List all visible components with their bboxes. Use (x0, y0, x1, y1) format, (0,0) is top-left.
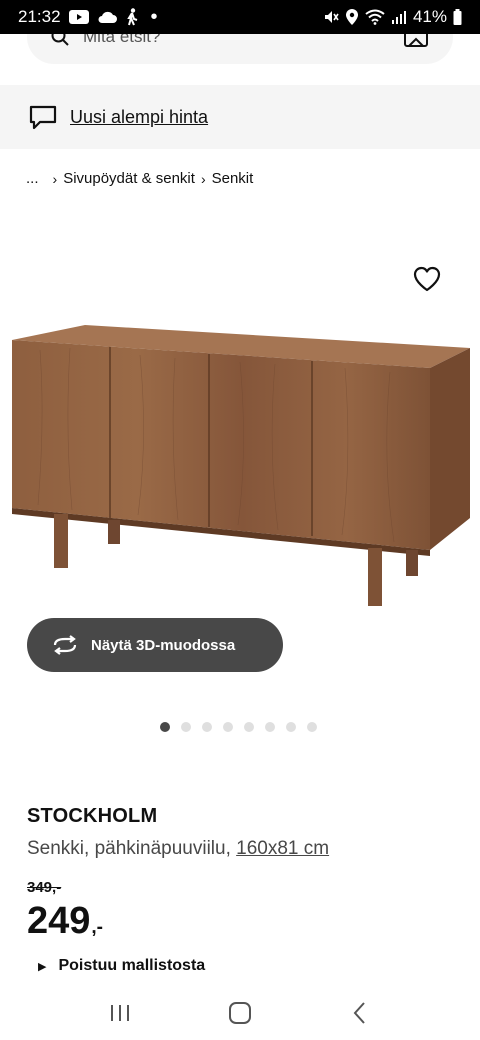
camera-search-icon[interactable] (403, 34, 429, 48)
discontinued-label: Poistuu mallistosta (58, 957, 206, 974)
mute-icon (324, 11, 339, 23)
carousel-dot[interactable] (181, 722, 191, 732)
home-icon (229, 1001, 251, 1024)
caret-right-icon: ▶ (38, 960, 47, 973)
product-name: STOCKHOLM (27, 805, 158, 827)
chevron-right-icon: › (52, 170, 58, 187)
wifi-icon (365, 9, 385, 25)
current-price: 249 ,- (27, 900, 103, 943)
product-size-link[interactable]: 160x81 cm (236, 838, 329, 859)
price-integer: 249 (27, 900, 91, 942)
status-time: 21:32 (18, 7, 61, 26)
home-button[interactable] (220, 993, 260, 1033)
carousel-dot[interactable] (244, 722, 254, 732)
back-icon (353, 1001, 365, 1024)
breadcrumb-item-more[interactable]: ... (26, 170, 39, 187)
back-button[interactable] (340, 993, 380, 1033)
signal-icon (391, 11, 406, 24)
breadcrumb-item-current[interactable]: Senkit (212, 170, 254, 187)
carousel-dot[interactable] (202, 722, 212, 732)
recent-apps-button[interactable] (100, 993, 140, 1033)
chat-bubble-icon (29, 105, 57, 130)
carousel-dots (160, 722, 317, 732)
carousel-dot[interactable] (286, 722, 296, 732)
old-price: 349,- (27, 879, 62, 896)
breadcrumb: ... › Sivupöydät & senkit › Senkit (26, 170, 253, 187)
carousel-dot[interactable] (265, 722, 275, 732)
product-description: Senkki, pähkinäpuuviilu, 160x81 cm (27, 838, 329, 860)
carousel-dot[interactable] (223, 722, 233, 732)
view-3d-button[interactable]: Näytä 3D-muodossa (27, 618, 283, 672)
rotate-3d-icon (53, 635, 77, 655)
carousel-dot[interactable] (307, 722, 317, 732)
notice-link[interactable]: Uusi alempi hinta (70, 107, 208, 128)
price-notice[interactable]: Uusi alempi hinta (0, 85, 480, 149)
price-decimal: ,- (91, 917, 104, 938)
location-icon (345, 9, 358, 25)
search-icon (51, 34, 69, 46)
dot-icon: • (150, 6, 158, 28)
view-3d-label: Näytä 3D-muodossa (91, 636, 236, 654)
system-nav-bar (0, 985, 480, 1040)
carousel-dot[interactable] (160, 722, 170, 732)
breadcrumb-item-category[interactable]: Sivupöydät & senkit (63, 170, 195, 187)
discontinued-toggle[interactable]: ▶ Poistuu mallistosta (38, 957, 205, 975)
search-placeholder: Mitä etsit? (83, 34, 161, 46)
recent-apps-icon (111, 1004, 129, 1021)
walk-icon (126, 8, 137, 26)
product-image[interactable] (10, 320, 472, 610)
heart-icon[interactable] (413, 266, 441, 292)
search-input[interactable]: Mitä etsit? (27, 34, 453, 64)
battery-icon (453, 9, 462, 25)
status-bar: 21:32 • 41% (0, 0, 480, 34)
search-area: Mitä etsit? (0, 34, 480, 84)
cloud-icon (98, 11, 117, 23)
youtube-icon (68, 10, 89, 24)
battery-text: 41% (412, 7, 447, 26)
chevron-right-icon: › (200, 170, 206, 187)
product-type: Senkki, pähkinäpuuviilu, (27, 838, 231, 859)
